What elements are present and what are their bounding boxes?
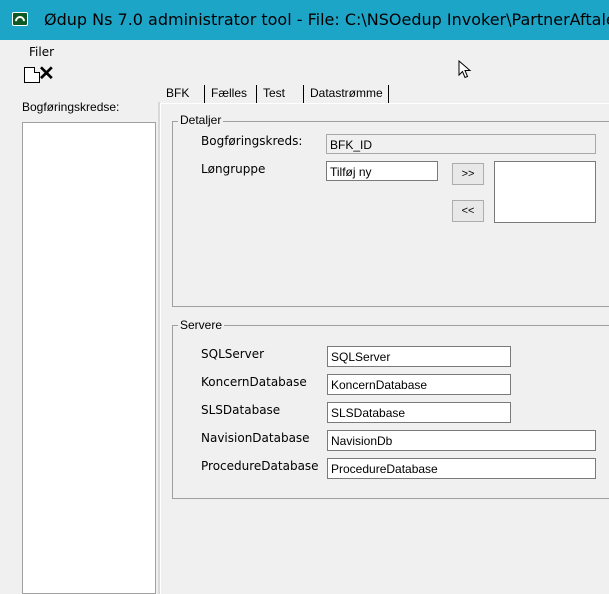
longruppe-label: Løngruppe	[201, 162, 266, 176]
mouse-cursor-icon	[458, 60, 472, 79]
tab-strip: BFK Fælles Test Datastrømme	[160, 83, 420, 105]
navisiondatabase-input[interactable]: NavisionDb	[327, 430, 596, 451]
koncerndatabase-input[interactable]: KoncernDatabase	[327, 374, 511, 395]
menu-filer[interactable]: Filer	[29, 45, 54, 59]
tab-separator	[303, 85, 304, 103]
bogforingskreds-field: BFK_ID	[326, 134, 596, 154]
window-title: Ødup Ns 7.0 administrator tool - File: C…	[44, 10, 609, 29]
tab-datastromme[interactable]: Datastrømme	[310, 83, 383, 103]
proceduredatabase-label: ProcedureDatabase	[201, 459, 319, 473]
remove-longruppe-button[interactable]: <<	[452, 200, 484, 222]
tab-separator	[204, 85, 205, 103]
koncerndatabase-label: KoncernDatabase	[201, 375, 307, 389]
bogforingskredse-label: Bogføringskredse:	[22, 100, 120, 114]
tab-bfk[interactable]: BFK	[160, 83, 189, 103]
bogforingskreds-label: Bogføringskreds:	[201, 134, 303, 148]
sqlserver-input[interactable]: SQLServer	[327, 346, 511, 367]
app-icon	[12, 12, 28, 26]
longruppe-list[interactable]	[494, 161, 596, 223]
tab-test[interactable]: Test	[263, 83, 285, 103]
proceduredatabase-input[interactable]: ProcedureDatabase	[327, 458, 596, 479]
menu-bar	[0, 40, 609, 58]
servere-title: Servere	[178, 318, 225, 332]
tab-separator	[256, 85, 257, 103]
delete-x-icon[interactable]: ✕	[38, 64, 55, 84]
detaljer-title: Detaljer	[178, 113, 224, 127]
navisiondatabase-label: NavisionDatabase	[201, 431, 310, 445]
longruppe-input[interactable]: Tilføj ny	[326, 161, 438, 181]
slsdatabase-input[interactable]: SLSDatabase	[327, 402, 511, 423]
add-longruppe-button[interactable]: >>	[452, 163, 484, 185]
sqlserver-label: SQLServer	[201, 347, 265, 361]
tab-faelles[interactable]: Fælles	[211, 83, 247, 103]
tab-separator	[388, 85, 389, 103]
slsdatabase-label: SLSDatabase	[201, 403, 281, 417]
bogforingskredse-list[interactable]	[22, 122, 156, 594]
